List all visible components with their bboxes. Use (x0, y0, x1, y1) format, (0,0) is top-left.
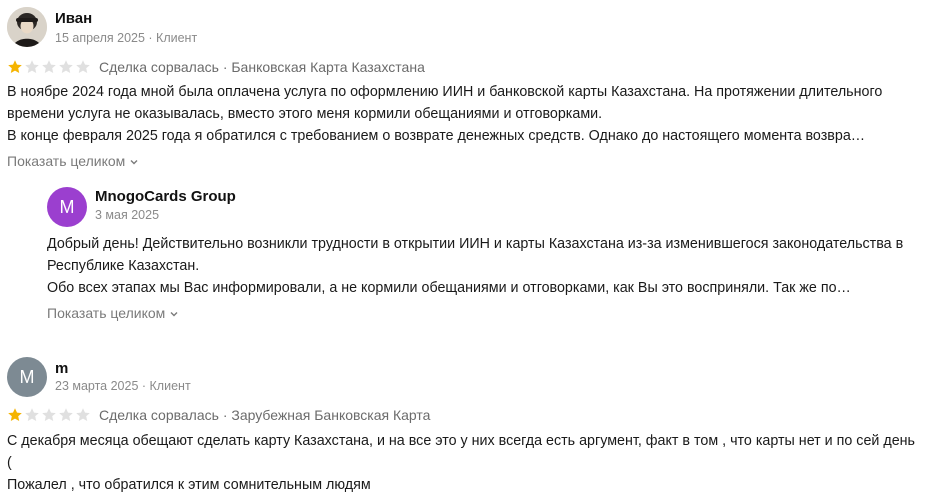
avatar[interactable]: M (7, 357, 47, 397)
avatar[interactable] (7, 7, 47, 47)
reply-text: Добрый день! Действительно возникли труд… (47, 233, 907, 299)
star-empty-icon (76, 408, 90, 421)
rating-row: Сделка сорвалась · Зарубежная Банковская… (7, 406, 430, 424)
review-paragraph: С декабря месяца обещают сделать карту К… (7, 433, 916, 471)
rating-row: Сделка сорвалась · Банковская Карта Каза… (7, 58, 425, 76)
star-empty-icon (42, 408, 56, 421)
chevron-down-icon (130, 160, 138, 165)
reply-paragraph: Добрый день! Действительно возникли труд… (47, 236, 904, 274)
star-empty-icon (76, 60, 90, 73)
review-paragraph: В ноябре 2024 года мной была оплачена ус… (7, 84, 883, 122)
reply-date: 3 мая 2025 (95, 208, 160, 222)
review-meta: 23 марта 2025 · Клиент (55, 379, 191, 393)
review-author[interactable]: Иван (55, 10, 92, 27)
chevron-down-icon (170, 312, 178, 317)
star-empty-icon (25, 60, 39, 73)
deal-status: Сделка сорвалась · Банковская Карта Каза… (99, 59, 425, 75)
avatar[interactable]: M (47, 187, 87, 227)
star-rating (7, 59, 91, 75)
star-empty-icon (59, 408, 73, 421)
business-reply: M MnogoCards Group 3 мая 2025 Добрый ден… (0, 180, 933, 330)
review-text: С декабря месяца обещают сделать карту К… (7, 430, 922, 496)
show-full-label[interactable]: Показать целиком (47, 305, 165, 321)
star-filled-icon (8, 408, 22, 421)
review-paragraph: Пожалел , что обратился к этим сомнитель… (7, 477, 371, 493)
review-author[interactable]: m (55, 360, 68, 377)
review-meta: 15 апреля 2025 · Клиент (55, 31, 198, 45)
star-filled-icon (8, 60, 22, 73)
star-empty-icon (42, 60, 56, 73)
review-item: Иван 15 апреля 2025 · Клиент Сделка сорв… (0, 0, 933, 175)
review-paragraph: В конце февраля 2025 года я обратился с … (7, 128, 866, 144)
review-item: M m 23 марта 2025 · Клиент Сделка сорвал… (0, 350, 933, 497)
show-full-label[interactable]: Показать целиком (7, 153, 125, 169)
star-rating (7, 407, 91, 423)
deal-status: Сделка сорвалась · Зарубежная Банковская… (99, 407, 431, 423)
review-text: В ноябре 2024 года мной была оплачена ус… (7, 81, 927, 147)
show-full-button[interactable]: Показать целиком (7, 153, 139, 169)
reply-paragraph: Обо всех этапах мы Вас информировали, а … (47, 280, 851, 296)
show-full-button[interactable]: Показать целиком (47, 305, 179, 321)
user-photo-icon (7, 7, 47, 47)
star-empty-icon (59, 60, 73, 73)
star-empty-icon (25, 408, 39, 421)
reply-author[interactable]: MnogoCards Group (95, 188, 236, 205)
